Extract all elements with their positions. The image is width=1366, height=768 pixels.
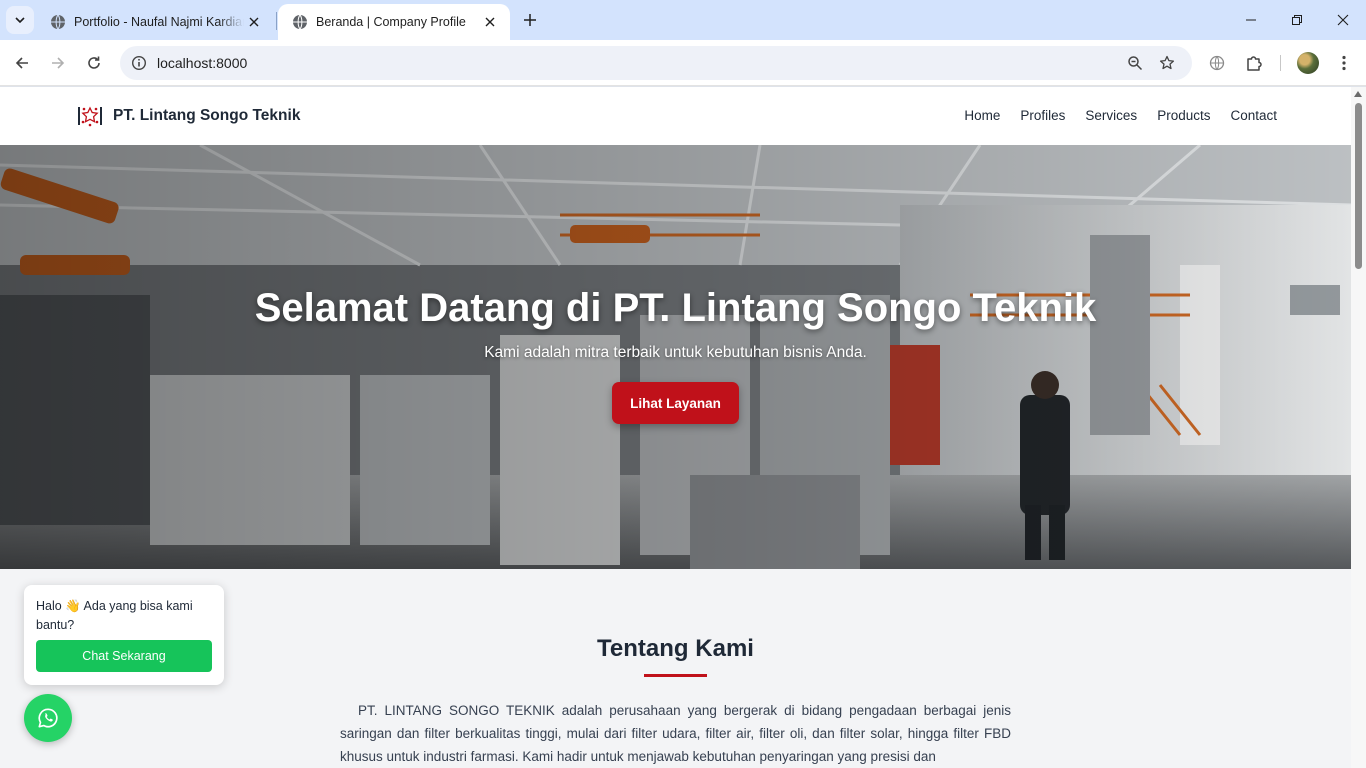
close-tab-icon[interactable]	[244, 12, 264, 32]
toolbar-divider	[1280, 55, 1281, 71]
profile-avatar[interactable]	[1297, 52, 1319, 74]
about-divider	[644, 674, 707, 677]
puzzle-icon	[1247, 56, 1262, 71]
browser-menu-button[interactable]	[1330, 49, 1358, 77]
extensions-button[interactable]	[1240, 49, 1268, 77]
restore-icon	[1292, 15, 1302, 25]
chevron-down-icon	[15, 17, 25, 24]
hero-subtitle: Kami adalah mitra terbaik untuk kebutuha…	[484, 344, 867, 361]
hero-title: Selamat Datang di PT. Lintang Songo Tekn…	[254, 286, 1097, 330]
nav-services[interactable]: Services	[1085, 108, 1137, 123]
main-nav: Home Profiles Services Products Contact	[964, 108, 1277, 123]
arrow-right-icon	[52, 57, 65, 69]
plus-icon	[524, 14, 536, 26]
zoom-icon[interactable]	[1124, 52, 1146, 74]
url-text: localhost:8000	[157, 55, 248, 71]
new-tab-button[interactable]	[518, 8, 542, 32]
view-services-button[interactable]: Lihat Layanan	[612, 382, 739, 424]
tab-search-button[interactable]	[6, 6, 34, 34]
brand-name: PT. Lintang Songo Teknik	[113, 107, 301, 124]
nav-home[interactable]: Home	[964, 108, 1000, 123]
close-icon	[1337, 14, 1349, 26]
nav-profiles[interactable]: Profiles	[1020, 108, 1065, 123]
tab-title: Portfolio - Naufal Najmi Kardiansyah	[74, 15, 244, 29]
site-navbar: PT. Lintang Songo Teknik Home Profiles S…	[0, 87, 1351, 145]
nav-contact[interactable]: Contact	[1230, 108, 1277, 123]
brand[interactable]: PT. Lintang Songo Teknik	[76, 104, 300, 128]
address-bar[interactable]: localhost:8000	[120, 46, 1192, 80]
reload-button[interactable]	[80, 49, 108, 77]
page-scrollbar[interactable]	[1351, 87, 1366, 768]
more-vert-icon	[1342, 55, 1346, 71]
minimize-icon	[1246, 19, 1256, 21]
nav-products[interactable]: Products	[1157, 108, 1210, 123]
globe-icon	[51, 14, 65, 30]
browser-toolbar: localhost:8000	[0, 40, 1366, 86]
page-viewport: PT. Lintang Songo Teknik Home Profiles S…	[0, 87, 1351, 768]
tab-title: Beranda | Company Profile	[316, 15, 466, 29]
site-info-icon[interactable]	[128, 52, 150, 74]
bookmark-star-icon[interactable]	[1156, 52, 1178, 74]
close-window-button[interactable]	[1320, 0, 1366, 40]
company-logo-icon	[78, 106, 102, 127]
whatsapp-icon	[38, 708, 58, 728]
browser-tab-beranda[interactable]: Beranda | Company Profile	[278, 4, 510, 40]
restore-button[interactable]	[1274, 0, 1320, 40]
whatsapp-button[interactable]	[24, 694, 72, 742]
arrow-left-icon	[15, 57, 28, 69]
globe-icon	[1209, 55, 1225, 71]
reload-icon	[88, 56, 100, 69]
about-text: PT. LINTANG SONGO TEKNIK adalah perusaha…	[340, 703, 1011, 764]
back-button[interactable]	[8, 49, 36, 77]
forward-button[interactable]	[44, 49, 72, 77]
chat-now-button[interactable]: Chat Sekarang	[36, 640, 212, 672]
close-tab-icon[interactable]	[480, 12, 500, 32]
tab-separator	[276, 12, 277, 30]
scroll-up-arrow-icon[interactable]	[1354, 91, 1362, 97]
scroll-thumb[interactable]	[1355, 103, 1362, 269]
chat-message: Halo 👋 Ada yang bisa kami bantu?	[36, 599, 193, 632]
chat-popup: Halo 👋 Ada yang bisa kami bantu? Chat Se…	[24, 585, 224, 685]
hero-section: Selamat Datang di PT. Lintang Songo Tekn…	[0, 145, 1351, 569]
minimize-button[interactable]	[1228, 0, 1274, 40]
translate-button[interactable]	[1203, 49, 1231, 77]
globe-icon	[293, 14, 307, 30]
browser-tab-strip: Portfolio - Naufal Najmi Kardiansyah Ber…	[0, 0, 1366, 40]
browser-tab-portfolio[interactable]: Portfolio - Naufal Najmi Kardiansyah	[36, 4, 274, 40]
